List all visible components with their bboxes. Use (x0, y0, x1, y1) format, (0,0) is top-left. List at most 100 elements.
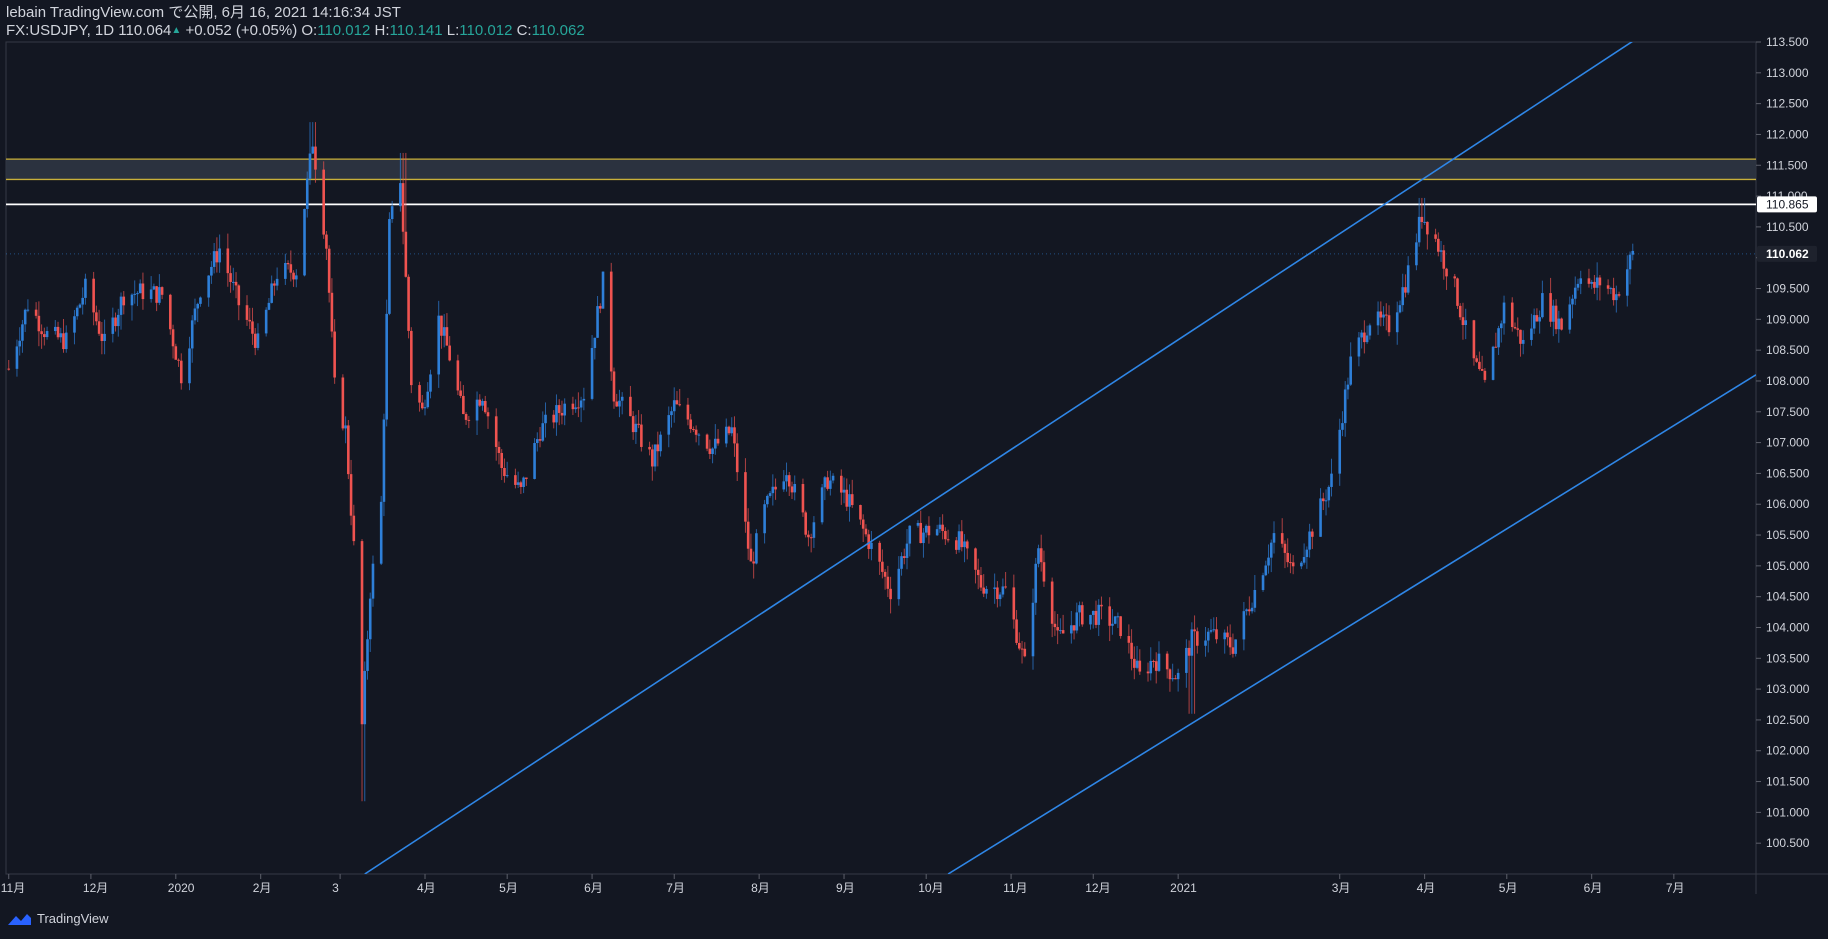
candle-body (541, 423, 545, 441)
candle-body (1535, 315, 1539, 322)
candle-body (1308, 531, 1311, 550)
candle-body (593, 337, 597, 348)
candle-body (371, 563, 375, 599)
candle-body (957, 531, 961, 550)
time-tick-label: 4月 (417, 881, 436, 895)
candle-body (1091, 610, 1095, 615)
candle-body (289, 264, 293, 273)
price-tick-label: 106.000 (1766, 497, 1810, 511)
candle-body (878, 542, 881, 562)
candle-body (267, 302, 271, 310)
candle-body (234, 281, 238, 286)
candle-body (111, 317, 115, 334)
candle-body (1130, 642, 1133, 659)
price-chart[interactable]: 100.500 101.000 101.500 102.000 102.500 103.0… (0, 0, 1828, 939)
candle-body (1327, 486, 1331, 501)
candle-body (1576, 283, 1580, 288)
candle-body (1628, 254, 1632, 270)
candle-body (1423, 221, 1426, 223)
candle-body (711, 448, 714, 454)
candle-body (552, 414, 556, 423)
candle-body (637, 423, 640, 425)
candle-body (177, 359, 180, 361)
candle-body (270, 283, 273, 303)
price-tick-label: 104.500 (1766, 590, 1810, 604)
candle-body (385, 313, 388, 420)
candle-body (505, 475, 509, 477)
candle-body (53, 326, 57, 332)
time-tick-label: 9月 (836, 881, 855, 895)
candle-body (733, 427, 736, 444)
candle-body (1439, 250, 1443, 252)
candle-body (237, 285, 241, 306)
candle-body (366, 639, 369, 671)
candle-body (256, 333, 260, 348)
candle-body (45, 331, 49, 338)
candle-body (1228, 637, 1232, 648)
candle-body (462, 395, 465, 415)
candle-body (579, 400, 583, 408)
candle-body (456, 360, 460, 391)
candle-body (522, 477, 525, 487)
candle-body (755, 533, 758, 564)
candle-body (64, 332, 68, 350)
candle-body (410, 330, 413, 386)
candle-body (1609, 288, 1613, 290)
candle-body (916, 522, 920, 526)
candle-body (946, 539, 950, 541)
candle-body (535, 439, 539, 444)
candle-body (229, 273, 232, 282)
candle-body (886, 576, 890, 589)
candle-body (653, 444, 657, 467)
price-tick-label: 101.500 (1766, 775, 1810, 789)
candle-body (1538, 317, 1541, 322)
candle-body (705, 434, 709, 449)
time-tick-label: 6月 (1584, 881, 1603, 895)
time-tick-label: 12月 (1085, 881, 1110, 895)
candle-body (1291, 562, 1295, 567)
candle-body (1554, 305, 1558, 330)
time-tick-label: 5月 (1499, 881, 1518, 895)
candle-body (1557, 318, 1561, 330)
candle-body (1442, 250, 1446, 269)
candle-body (56, 326, 60, 338)
candle-body (1037, 548, 1040, 564)
candle-body (924, 525, 928, 533)
candle-body (651, 449, 654, 467)
candle-body (420, 402, 424, 409)
price-tick-label: 109.500 (1766, 282, 1810, 296)
candle-body (141, 283, 145, 300)
candle-body (1311, 531, 1314, 537)
candle-body (497, 446, 501, 453)
candle-body (1080, 605, 1084, 625)
candle-body (1039, 548, 1043, 563)
candle-body (1031, 602, 1035, 657)
candle-body (273, 283, 276, 286)
candle-body (303, 208, 306, 276)
candle-body (308, 153, 312, 179)
candle-body (1196, 631, 1199, 646)
candle-body (116, 314, 120, 327)
candle-body (763, 504, 766, 534)
resistance-zone[interactable] (6, 159, 1756, 180)
candle-body (1302, 557, 1306, 563)
lower-trendline[interactable] (947, 374, 1756, 874)
candle-body (62, 333, 65, 350)
candle-body (1050, 581, 1054, 624)
candle-body (1573, 287, 1577, 299)
candle-body (1516, 328, 1520, 330)
candle-body (1146, 671, 1150, 674)
time-tick-label: 3 (332, 881, 339, 895)
candle-body (1579, 278, 1583, 284)
candle-body (935, 529, 939, 536)
candle-body (1319, 498, 1322, 537)
candle-body (1500, 323, 1503, 329)
candle-body (1004, 586, 1007, 588)
candle-body (768, 493, 772, 496)
candle-body (831, 475, 835, 481)
candle-body (525, 477, 528, 479)
candle-body (1215, 629, 1218, 640)
candle-body (1072, 625, 1076, 631)
candle-body (793, 484, 797, 493)
candle-body (18, 340, 21, 347)
